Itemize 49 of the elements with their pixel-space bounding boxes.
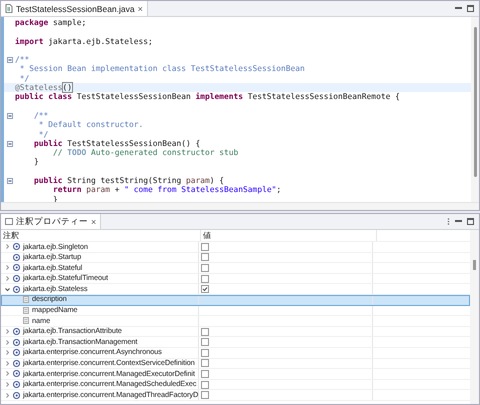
- tab-title: TestStatelessSessionBean.java: [16, 4, 135, 14]
- more-icon[interactable]: [447, 218, 450, 225]
- checkbox[interactable]: [201, 274, 209, 283]
- annotation-icon: [13, 360, 20, 367]
- checkbox[interactable]: [201, 285, 209, 294]
- tab-title: 注釈プロパティー: [16, 216, 88, 228]
- annotation-icon: [13, 254, 20, 261]
- document-icon: [23, 317, 29, 324]
- java-file-icon: [5, 4, 13, 13]
- maximize-icon[interactable]: [467, 218, 474, 225]
- column-header[interactable]: 注釈: [1, 230, 201, 241]
- annotation-icon: [13, 381, 20, 388]
- minimize-icon[interactable]: [455, 5, 462, 12]
- document-icon: [23, 306, 29, 314]
- checkbox[interactable]: [201, 338, 209, 346]
- checkbox[interactable]: [201, 370, 209, 378]
- vertical-scrollbar[interactable]: [470, 230, 479, 404]
- annotation-icon: [13, 275, 20, 282]
- annotation-icon: [13, 286, 20, 293]
- fold-icon[interactable]: [6, 56, 12, 63]
- vertical-scrollbar[interactable]: [471, 17, 479, 202]
- view-tab[interactable]: 注釈プロパティー ×: [1, 214, 102, 229]
- checkbox[interactable]: [201, 391, 209, 400]
- checkbox[interactable]: [201, 253, 209, 262]
- checkbox[interactable]: [201, 348, 209, 357]
- close-button[interactable]: ×: [91, 216, 96, 226]
- editor-tab[interactable]: TestStatelessSessionBean.java ×: [1, 1, 148, 16]
- column-header[interactable]: 値: [201, 230, 377, 241]
- annotation-icon: [13, 264, 20, 272]
- maximize-icon[interactable]: [467, 5, 474, 12]
- annotation-icon: [13, 349, 20, 356]
- annotation-icon: [13, 328, 20, 336]
- horizontal-scrollbar[interactable]: [1, 202, 479, 210]
- fold-icon[interactable]: [6, 112, 12, 119]
- checkbox[interactable]: [201, 328, 209, 336]
- annotation-icon: [13, 392, 20, 399]
- fold-icon[interactable]: [6, 140, 12, 146]
- checkbox[interactable]: [201, 264, 209, 272]
- checkbox[interactable]: [201, 380, 209, 389]
- view-icon: [5, 218, 13, 225]
- checkbox[interactable]: [201, 359, 209, 368]
- close-button[interactable]: ×: [138, 4, 143, 14]
- document-icon: [23, 296, 29, 304]
- annotation-icon: [13, 370, 20, 378]
- annotation-icon: [13, 243, 20, 250]
- checkbox[interactable]: [201, 242, 209, 251]
- fold-icon[interactable]: [6, 178, 12, 184]
- minimize-icon[interactable]: [455, 218, 462, 225]
- annotation-icon: [13, 338, 20, 346]
